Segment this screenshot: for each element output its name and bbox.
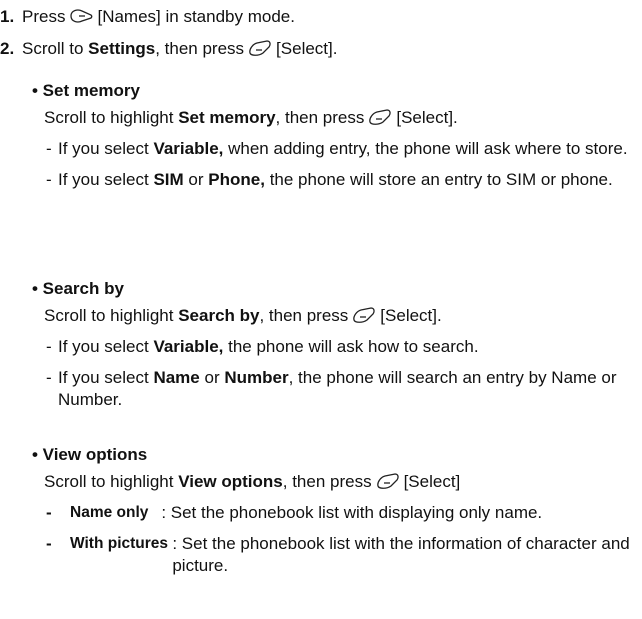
intro-bold: Search by [178, 306, 260, 325]
bullet-bold: Variable, [153, 139, 224, 158]
step-number: 2. [0, 39, 15, 58]
dash: - [46, 368, 52, 387]
option-name: With pictures [70, 535, 173, 552]
bullet-list: - If you select Variable, when adding en… [32, 138, 638, 191]
options-list: - Name only : Set the phonebook list wit… [32, 502, 638, 577]
bullet-bold: Number [224, 368, 289, 387]
bullet-text-pre: If you select [58, 337, 149, 356]
right-soft-key-icon [247, 39, 273, 57]
dash: - [46, 170, 52, 189]
intro-text-post: [Select]. [380, 306, 442, 325]
step-text-post: [Select]. [276, 39, 338, 58]
dash: - [46, 337, 52, 356]
section-intro: Scroll to highlight View options, then p… [32, 471, 638, 493]
bullet-text-mid: or [188, 170, 204, 189]
section-intro: Scroll to highlight Set memory, then pre… [32, 107, 638, 129]
section-title: • View options [32, 445, 148, 464]
right-soft-key-icon [375, 472, 401, 490]
section-set-memory: • Set memory Scroll to highlight Set mem… [32, 80, 638, 191]
step-bold-settings: Settings [88, 39, 156, 58]
step-text-post: [Names] in standby mode. [97, 7, 295, 26]
bullet-bold: Name [153, 368, 200, 387]
intro-text-mid: , then press [282, 472, 372, 491]
dash: - [46, 503, 52, 522]
bullet-text-post: when adding entry, the phone will ask wh… [228, 139, 628, 158]
intro-text-mid: , then press [275, 108, 365, 127]
section-search-by: • Search by Scroll to highlight Search b… [32, 278, 638, 411]
step-1: 1. Press [Names] in standby mode. [0, 6, 295, 28]
section-title: • Search by [32, 279, 124, 298]
section-view-options: • View options Scroll to highlight View … [32, 444, 638, 577]
option-desc: : Set the phonebook list with the inform… [172, 534, 630, 575]
manual-page: 1. Press [Names] in standby mode. 2. Scroll… [0, 0, 642, 619]
intro-text-pre: Scroll to highlight [44, 306, 174, 325]
intro-bold: View options [178, 472, 283, 491]
right-soft-key-icon [351, 306, 377, 324]
option-desc: : Set the phonebook list with displaying… [161, 503, 543, 522]
dash: - [46, 534, 52, 553]
step-text-mid: , then press [155, 39, 245, 58]
bullet-text-pre: If you select [58, 368, 149, 387]
intro-text-mid: , then press [259, 306, 349, 325]
list-item: - Name only : Set the phonebook list wit… [32, 502, 638, 524]
list-item: - If you select Variable, the phone will… [32, 336, 638, 358]
bullet-text-mid: or [204, 368, 220, 387]
right-soft-key-icon [367, 108, 393, 126]
list-item: - With pictures : Set the phonebook list… [32, 533, 638, 577]
intro-text-pre: Scroll to highlight [44, 108, 174, 127]
step-2: 2. Scroll to Settings, then press [Select]… [0, 38, 337, 60]
bullet-text-post: the phone will store an entry to SIM or … [269, 170, 613, 189]
list-item: - If you select SIM or Phone, the phone … [32, 169, 638, 191]
section-intro: Scroll to highlight Search by, then pres… [32, 305, 638, 327]
bullet-bold: Variable, [153, 337, 224, 356]
section-title: • Set memory [32, 81, 140, 100]
bullet-text-pre: If you select [58, 170, 149, 189]
option-name: Name only [70, 504, 162, 521]
intro-text-pre: Scroll to highlight [44, 472, 174, 491]
bullet-text-pre: If you select [58, 139, 149, 158]
bullet-list: - If you select Variable, the phone will… [32, 336, 638, 411]
list-item: - If you select Name or Number, the phon… [32, 367, 638, 411]
intro-text-post: [Select] [403, 472, 461, 491]
intro-text-post: [Select]. [396, 108, 458, 127]
step-text-pre: Press [22, 7, 66, 26]
bullet-bold: Phone, [208, 170, 265, 189]
bullet-text-post: the phone will ask how to search. [228, 337, 479, 356]
list-item: - If you select Variable, when adding en… [32, 138, 638, 160]
step-text-pre: Scroll to [22, 39, 84, 58]
left-soft-key-icon [68, 7, 94, 25]
step-number: 1. [0, 7, 15, 26]
dash: - [46, 139, 52, 158]
bullet-bold: SIM [153, 170, 184, 189]
intro-bold: Set memory [178, 108, 276, 127]
